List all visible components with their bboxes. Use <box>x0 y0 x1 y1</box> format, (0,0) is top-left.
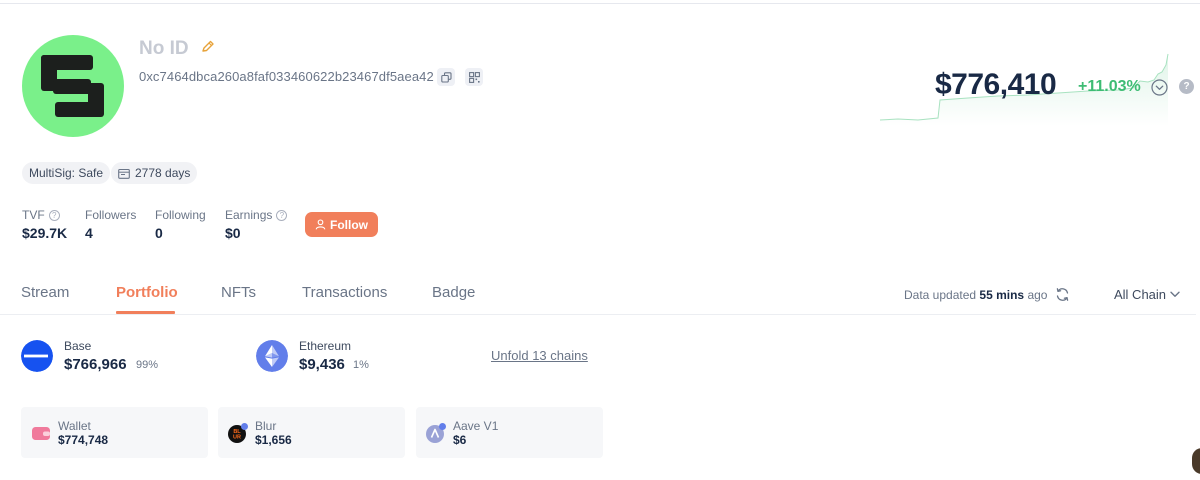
earnings-value: $0 <box>225 225 241 241</box>
tvf-label-text: TVF <box>22 208 45 222</box>
help-icon[interactable]: ? <box>1179 79 1194 94</box>
tabs-divider <box>0 314 1196 315</box>
following-label[interactable]: Following <box>155 208 206 222</box>
tab-nfts[interactable]: NFTs <box>221 284 256 301</box>
protocol-value-blur: $1,656 <box>255 433 292 447</box>
tab-portfolio[interactable]: Portfolio <box>116 284 178 301</box>
chain-pct-ethereum: 1% <box>353 359 369 371</box>
chain-name-base: Base <box>64 339 92 353</box>
updated-prefix: Data updated <box>904 288 980 302</box>
tvf-value: $29.7K <box>22 225 68 241</box>
tab-transactions[interactable]: Transactions <box>302 284 387 301</box>
age-tag-label: 2778 days <box>135 166 191 180</box>
chain-pct-base: 99% <box>136 359 159 371</box>
wallet-icon <box>32 427 50 440</box>
protocol-value-wallet: $774,748 <box>58 433 109 447</box>
protocol-name-blur: Blur <box>255 419 277 433</box>
followers-label-text: Followers <box>85 208 137 222</box>
chain-name-ethereum: Ethereum <box>299 339 352 353</box>
follow-button-label: Follow <box>330 217 368 232</box>
chain-value-base: $766,966 <box>64 356 127 373</box>
wallet-address: 0xc7464dbca260a8faf033460622b23467df5aea… <box>139 69 434 84</box>
pencil-icon[interactable] <box>201 40 215 54</box>
tab-badge[interactable]: Badge <box>432 284 475 301</box>
following-value[interactable]: 0 <box>155 225 163 241</box>
protocol-card-aave[interactable]: Aave V1 $6 <box>416 407 603 458</box>
chevron-down-icon <box>1170 291 1180 297</box>
multisig-tag-label: MultiSig: Safe <box>29 166 104 180</box>
protocol-card-blur[interactable]: BL UR Blur $1,656 <box>218 407 405 458</box>
calendar-icon <box>118 168 130 179</box>
following-label-text: Following <box>155 208 206 222</box>
ethereum-chain-icon <box>256 340 288 372</box>
tab-stream[interactable]: Stream <box>21 284 69 301</box>
qr-code-icon <box>468 71 480 83</box>
chain-filter-dropdown[interactable]: All Chain <box>1114 287 1180 302</box>
copy-address-button[interactable] <box>437 68 455 86</box>
base-chain-icon <box>21 340 53 372</box>
net-worth-change: +11.03% <box>1078 78 1141 95</box>
net-worth-value: $776,410 <box>935 68 1057 101</box>
refresh-icon[interactable] <box>1055 287 1070 302</box>
followers-label[interactable]: Followers <box>85 208 136 222</box>
unfold-chains-link[interactable]: Unfold 13 chains <box>491 348 588 363</box>
top-divider <box>0 3 1200 4</box>
earnings-label: Earnings ? <box>225 208 288 222</box>
avatar <box>22 35 124 137</box>
help-icon[interactable]: ? <box>276 209 288 221</box>
protocol-name-wallet: Wallet <box>58 419 91 433</box>
protocol-card-wallet[interactable]: Wallet $774,748 <box>21 407 208 458</box>
help-icon[interactable]: ? <box>48 209 60 221</box>
updated-suffix: ago <box>1024 288 1048 302</box>
chain-filter-label: All Chain <box>1114 287 1167 302</box>
copy-icon <box>440 71 452 83</box>
follow-button[interactable]: Follow <box>305 212 378 237</box>
earnings-label-text: Earnings <box>225 208 273 222</box>
qr-code-button[interactable] <box>465 68 483 86</box>
chain-value-ethereum: $9,436 <box>299 356 345 373</box>
multisig-tag: MultiSig: Safe <box>22 162 111 184</box>
tvf-label: TVF ? <box>22 208 60 222</box>
profile-name: No ID <box>139 38 189 59</box>
user-icon <box>315 219 326 230</box>
floating-widget-edge[interactable] <box>1192 448 1200 474</box>
svg-text:UR: UR <box>233 435 241 441</box>
age-tag: 2778 days <box>111 162 198 184</box>
protocol-name-aave: Aave V1 <box>453 419 499 433</box>
aave-logo-icon <box>426 423 446 443</box>
updated-time: 55 mins <box>979 288 1025 302</box>
protocol-value-aave: $6 <box>453 433 467 447</box>
followers-value[interactable]: 4 <box>85 225 93 241</box>
data-updated-status: Data updated 55 mins ago <box>904 288 1047 302</box>
blur-logo-icon: BL UR <box>228 423 248 443</box>
avatar-logo-icon <box>41 55 104 117</box>
chevron-down-circle-icon[interactable] <box>1151 79 1168 96</box>
